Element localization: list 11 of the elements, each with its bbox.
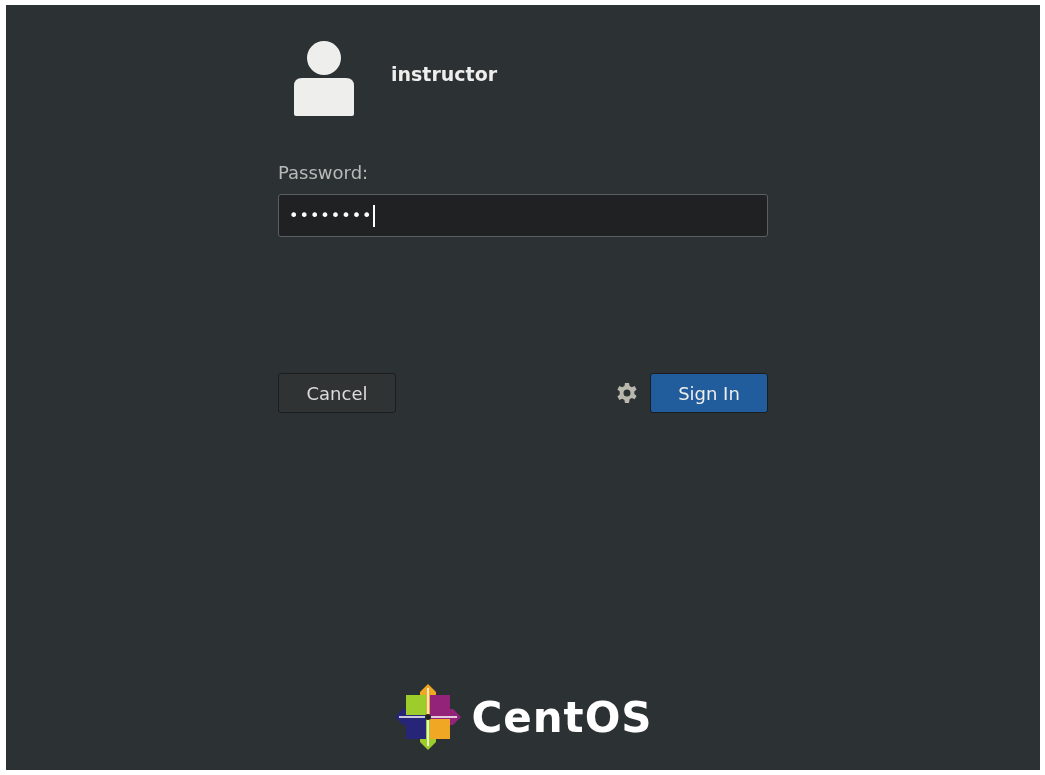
text-cursor	[372, 204, 375, 227]
cancel-button[interactable]: Cancel	[278, 373, 396, 413]
sign-in-button[interactable]: Sign In	[650, 373, 768, 413]
password-label: Password:	[278, 161, 370, 185]
brand-name: CentOS	[471, 691, 653, 744]
password-value: ••••••••	[289, 204, 373, 227]
password-field[interactable]: ••••••••	[278, 194, 768, 237]
settings-icon[interactable]	[616, 382, 638, 404]
username: instructor	[391, 62, 498, 87]
pinwheel-logo-icon	[393, 682, 464, 752]
user-avatar-icon	[294, 40, 354, 116]
